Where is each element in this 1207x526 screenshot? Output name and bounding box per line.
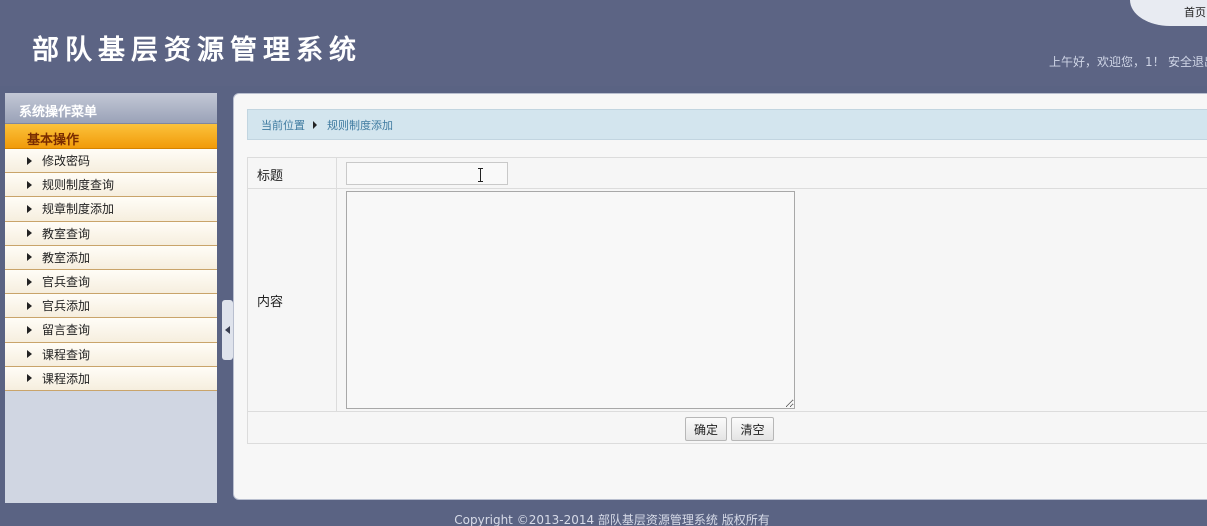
- content-textarea[interactable]: [346, 191, 795, 409]
- sidebar-item-label: 规章制度添加: [42, 202, 115, 217]
- text-cursor-icon: [478, 168, 484, 182]
- sidebar-collapse-handle[interactable]: [222, 300, 233, 360]
- sidebar-item-label: 课程添加: [42, 371, 91, 386]
- sidebar-item-rules-query[interactable]: 规则制度查询: [5, 173, 217, 198]
- rules-add-form: 标题 内容 确定 清空: [247, 157, 1207, 444]
- arrow-right-icon: [27, 277, 32, 286]
- sidebar-item-label: 课程查询: [42, 347, 91, 362]
- arrow-right-icon: [27, 253, 32, 262]
- header: 部队基层资源管理系统 首页 上午好，欢迎您，1！ 安全退出: [0, 0, 1207, 86]
- sidebar-item-rules-add[interactable]: 规章制度添加: [5, 197, 217, 222]
- sidebar-title: 系统操作菜单: [5, 93, 217, 124]
- arrow-right-icon: [27, 374, 32, 383]
- arrow-right-icon: [27, 325, 32, 334]
- sidebar: 系统操作菜单 基本操作 修改密码 规则制度查询 规章制度添加 教室查询 教室添加…: [5, 93, 217, 503]
- chevron-left-icon: [225, 326, 230, 334]
- sidebar-item-classroom-query[interactable]: 教室查询: [5, 221, 217, 246]
- caret-right-icon: [313, 120, 317, 129]
- sidebar-item-change-password[interactable]: 修改密码: [5, 149, 217, 174]
- title-row: 标题: [248, 158, 1207, 189]
- sidebar-item-classroom-add[interactable]: 教室添加: [5, 245, 217, 270]
- content-row: 内容: [248, 189, 1207, 412]
- sidebar-item-course-add[interactable]: 课程添加: [5, 366, 217, 391]
- sidebar-item-soldier-add[interactable]: 官兵添加: [5, 294, 217, 319]
- greeting-text: 上午好，欢迎您，1！: [1049, 55, 1165, 69]
- clear-button[interactable]: 清空: [731, 417, 774, 441]
- sidebar-item-label: 官兵查询: [42, 275, 91, 290]
- arrow-right-icon: [27, 180, 32, 189]
- sidebar-item-label: 规则制度查询: [42, 178, 115, 193]
- title-label: 标题: [257, 169, 284, 184]
- content-label-cell: 内容: [248, 189, 337, 411]
- sidebar-item-course-query[interactable]: 课程查询: [5, 342, 217, 367]
- logout-link[interactable]: 安全退出: [1168, 53, 1207, 70]
- arrow-right-icon: [27, 301, 32, 310]
- sidebar-item-label: 留言查询: [42, 323, 91, 338]
- sidebar-item-label: 修改密码: [42, 154, 91, 169]
- home-link[interactable]: 首页: [1184, 4, 1206, 20]
- menu-group-basic[interactable]: 基本操作: [5, 124, 217, 149]
- sidebar-item-label: 教室查询: [42, 226, 91, 241]
- arrow-right-icon: [27, 156, 32, 165]
- sidebar-item-label: 教室添加: [42, 250, 91, 265]
- sidebar-item-soldier-query[interactable]: 官兵查询: [5, 269, 217, 295]
- content-label: 内容: [257, 295, 284, 310]
- arrow-right-icon: [27, 350, 32, 359]
- breadcrumb: 当前位置 规则制度添加: [247, 109, 1207, 140]
- breadcrumb-current-label: 当前位置: [261, 118, 305, 132]
- main-panel: 当前位置 规则制度添加 标题 内容 确定 清空: [233, 93, 1207, 500]
- app-title: 部队基层资源管理系统: [32, 35, 362, 66]
- title-label-cell: 标题: [248, 158, 337, 188]
- breadcrumb-page: 规则制度添加: [327, 118, 393, 132]
- arrow-right-icon: [27, 204, 32, 213]
- arrow-right-icon: [27, 229, 32, 238]
- submit-button[interactable]: 确定: [685, 417, 727, 441]
- sidebar-item-message-query[interactable]: 留言查询: [5, 318, 217, 343]
- sidebar-item-label: 官兵添加: [42, 299, 91, 314]
- footer: Copyright ©2013-2014 部队基层资源管理系统 版权所有: [0, 503, 1207, 526]
- copyright-text: Copyright ©2013-2014 部队基层资源管理系统 版权所有: [454, 513, 770, 526]
